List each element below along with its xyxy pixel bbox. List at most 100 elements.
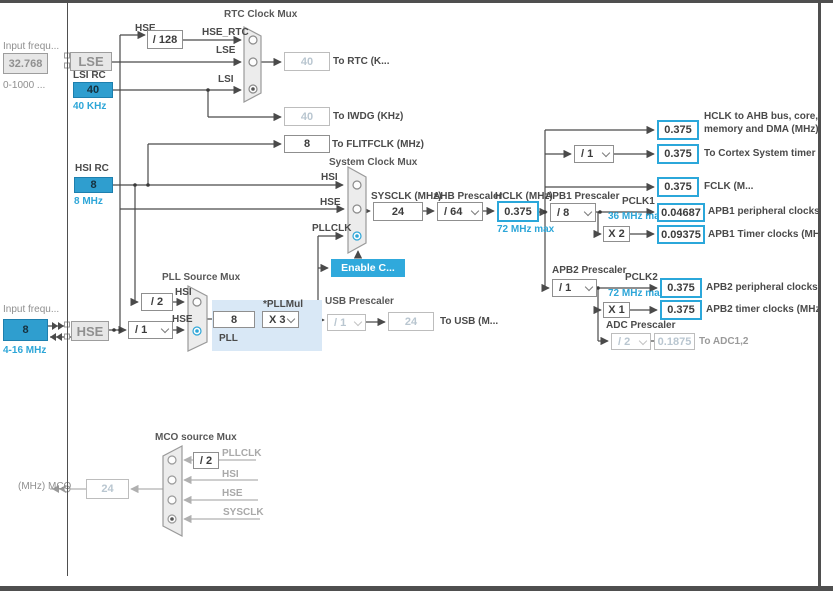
adc-prescaler-label: ADC Prescaler — [606, 320, 675, 331]
usb-prescaler-value: / 1 — [334, 317, 346, 329]
lse-input-frequency-field: 32.768 — [3, 53, 48, 74]
chevron-down-icon — [602, 149, 610, 157]
apb1-timer-multiplier-box: X 2 — [603, 226, 630, 242]
mco-mux-radio-pllclk[interactable] — [168, 456, 176, 464]
hse-prediv-select[interactable]: / 1 — [128, 321, 173, 339]
pll-mux-radio-hsi[interactable] — [193, 298, 201, 306]
rtc-input-lsi-label: LSI — [218, 74, 234, 85]
apb2-peripheral-clock-value-box[interactable]: 0.375 — [660, 278, 702, 298]
to-usb-label: To USB (M... — [440, 316, 498, 327]
enable-css-button[interactable]: Enable C... — [331, 259, 405, 277]
adc-clock-value-box: 0.1875 — [654, 333, 695, 350]
ahb-prescaler-label: AHB Prescaler — [433, 191, 502, 202]
pllmul-select[interactable]: X 3 — [262, 311, 299, 328]
sys-mux-radio-pllclk-selected[interactable] — [353, 232, 361, 240]
right-border — [818, 0, 821, 591]
chevron-down-icon — [639, 336, 647, 344]
mco-source-mux-title: MCO source Mux — [155, 432, 237, 443]
mco-pin-label: (MHz) MCO — [18, 481, 71, 492]
chevron-down-icon — [471, 206, 479, 214]
lsi-rc-freq-label: 40 KHz — [73, 101, 106, 112]
iwdg-clock-value-box: 40 — [284, 107, 330, 126]
pll-mux-radio-hse-selected[interactable] — [193, 327, 201, 335]
right-margin-mask — [821, 0, 833, 597]
hse-input-frequency-label: Input frequ... — [3, 304, 59, 315]
adc-prescaler-select: / 2 — [611, 333, 651, 350]
sysclk-value-box: 24 — [373, 202, 423, 221]
sys-mux-radio-hsi[interactable] — [353, 181, 361, 189]
apb2-prescaler-value: / 1 — [559, 282, 571, 294]
hsi-rc-value-box: 8 — [74, 177, 113, 193]
pll-block-label: PLL — [219, 333, 238, 344]
mco-input-pllclk-label: PLLCLK — [222, 448, 261, 459]
ahb-prescaler-select[interactable]: / 64 — [437, 202, 483, 221]
rtc-hse-divider-box: / 128 — [147, 30, 183, 49]
mco-mux-radio-hse[interactable] — [168, 496, 176, 504]
chevron-down-icon — [584, 207, 592, 215]
apb1-prescaler-select[interactable]: / 8 — [550, 203, 596, 222]
pclk1-label: PCLK1 — [622, 196, 655, 207]
rtc-mux-radio-lsi-selected[interactable] — [249, 85, 257, 93]
rtc-mux-radio-hse-rtc[interactable] — [249, 36, 257, 44]
apb2-timer-clock-value-box[interactable]: 0.375 — [660, 300, 702, 320]
sys-mux-radio-hse[interactable] — [353, 205, 361, 213]
pll-input-hse-label: HSE — [172, 314, 193, 325]
cortex-timer-clock-value-box[interactable]: 0.375 — [657, 144, 699, 164]
sys-input-pllclk-label: PLLCLK — [312, 223, 351, 234]
hse-pin-arrows-icon — [50, 322, 64, 341]
apb1-prescaler-value: / 8 — [557, 207, 569, 219]
hclk-value-box[interactable]: 0.375 — [497, 201, 539, 222]
ahb-bus-clock-label-line1: HCLK to AHB bus, core, — [704, 111, 818, 122]
fclk-value-box[interactable]: 0.375 — [657, 177, 699, 197]
apb2-peripheral-clock-label: APB2 peripheral clocks (M — [706, 282, 832, 293]
adc-prescaler-value: / 2 — [618, 336, 630, 348]
to-flitfclk-label: To FLITFCLK (MHz) — [332, 139, 424, 150]
clock-configuration-canvas: Input frequ... 32.768 0-1000 ... Input f… — [0, 0, 833, 597]
mco-input-sysclk-label: SYSCLK — [223, 507, 264, 518]
cortex-divider-select[interactable]: / 1 — [574, 145, 614, 163]
lse-input-frequency-label: Input frequ... — [3, 41, 59, 52]
lsi-rc-value-box: 40 — [73, 82, 113, 98]
fclk-label: FCLK (M... — [704, 181, 753, 192]
mco-mux-radio-hsi[interactable] — [168, 476, 176, 484]
sys-input-hsi-label: HSI — [321, 172, 338, 183]
hsi-rc-freq-label: 8 MHz — [74, 196, 103, 207]
usb-prescaler-select: / 1 — [327, 314, 366, 331]
apb1-timer-clock-value-box[interactable]: 0.09375 — [657, 225, 705, 244]
bottom-border — [0, 586, 833, 591]
peripheral-rail-line — [67, 3, 68, 576]
to-rtc-label: To RTC (K... — [333, 56, 389, 67]
mco-mux-radio-sysclk-selected[interactable] — [168, 515, 176, 523]
pllmul-value: X 3 — [269, 314, 286, 326]
ahb-prescaler-value: / 64 — [444, 206, 462, 218]
hse-input-frequency-field[interactable]: 8 — [3, 319, 48, 341]
rtc-input-hse-rtc-label: HSE_RTC — [202, 27, 249, 38]
lse-source-box[interactable]: LSE — [70, 52, 112, 71]
apb1-peripheral-clock-value-box[interactable]: 0.04687 — [657, 203, 705, 222]
hse-source-box[interactable]: HSE — [71, 321, 109, 341]
pll-input-value-box: 8 — [213, 311, 255, 328]
pll-source-mux-title: PLL Source Mux — [162, 272, 240, 283]
hse-input-range-label: 4-16 MHz — [3, 345, 46, 356]
apb2-max-note: 72 MHz max — [608, 288, 665, 299]
chevron-down-icon — [354, 317, 362, 325]
rtc-mux-radio-lse[interactable] — [249, 58, 257, 66]
apb2-timer-multiplier-box: X 1 — [603, 302, 630, 318]
mco-clock-value-box: 24 — [86, 479, 129, 499]
lse-input-range-label: 0-1000 ... — [3, 80, 45, 91]
rtc-clock-mux-title: RTC Clock Mux — [224, 9, 297, 20]
ahb-bus-clock-label-line2: memory and DMA (MHz) — [704, 124, 819, 135]
sysclk-label: SYSCLK (MHz) — [371, 191, 442, 202]
rtc-input-lse-label: LSE — [216, 45, 235, 56]
lsi-rc-title: LSI RC — [73, 70, 106, 81]
mco-input-hsi-label: HSI — [222, 469, 239, 480]
cortex-divider-value: / 1 — [581, 148, 593, 160]
usb-clock-value-box: 24 — [388, 312, 434, 331]
chevron-down-icon — [287, 314, 295, 322]
connector-lines — [0, 0, 833, 597]
system-clock-mux-title: System Clock Mux — [329, 157, 417, 168]
apb2-prescaler-select[interactable]: / 1 — [552, 279, 597, 297]
pll-input-hsi-label: HSI — [175, 287, 192, 298]
ahb-bus-clock-value-box[interactable]: 0.375 — [657, 120, 699, 140]
apb1-peripheral-clock-label: APB1 peripheral clocks (M — [708, 206, 833, 217]
